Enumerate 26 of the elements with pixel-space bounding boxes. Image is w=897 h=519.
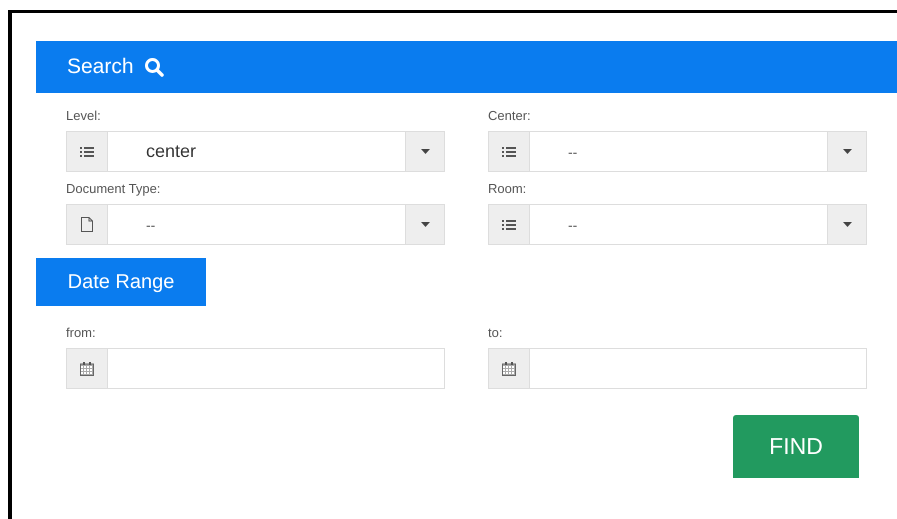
- field-label: to:: [488, 324, 502, 342]
- date-field[interactable]: [488, 348, 867, 389]
- list-icon: [502, 218, 516, 230]
- dropdown[interactable]: --: [488, 204, 867, 245]
- caret-icon: [842, 222, 852, 227]
- calendar-icon: [502, 362, 516, 376]
- list-icon: [80, 146, 94, 158]
- field-label: Document Type:: [66, 180, 160, 198]
- field-label: Center:: [488, 107, 531, 125]
- dropdown[interactable]: --: [488, 131, 867, 172]
- field-label: Level:: [66, 107, 101, 125]
- section-heading: Date Range: [36, 258, 206, 306]
- find-button[interactable]: FIND: [733, 415, 859, 478]
- field-label: Room:: [488, 180, 526, 198]
- field-label: from:: [66, 324, 96, 342]
- caret-icon: [842, 149, 852, 154]
- document-icon: [81, 217, 93, 232]
- caret-icon: [420, 222, 430, 227]
- header-title: Search: [67, 55, 134, 79]
- search-icon: [144, 57, 164, 77]
- list-icon: [502, 146, 516, 158]
- date-field[interactable]: [66, 348, 445, 389]
- calendar-icon: [80, 362, 94, 376]
- dropdown[interactable]: center: [66, 131, 445, 172]
- dropdown[interactable]: --: [66, 204, 445, 245]
- caret-icon: [420, 149, 430, 154]
